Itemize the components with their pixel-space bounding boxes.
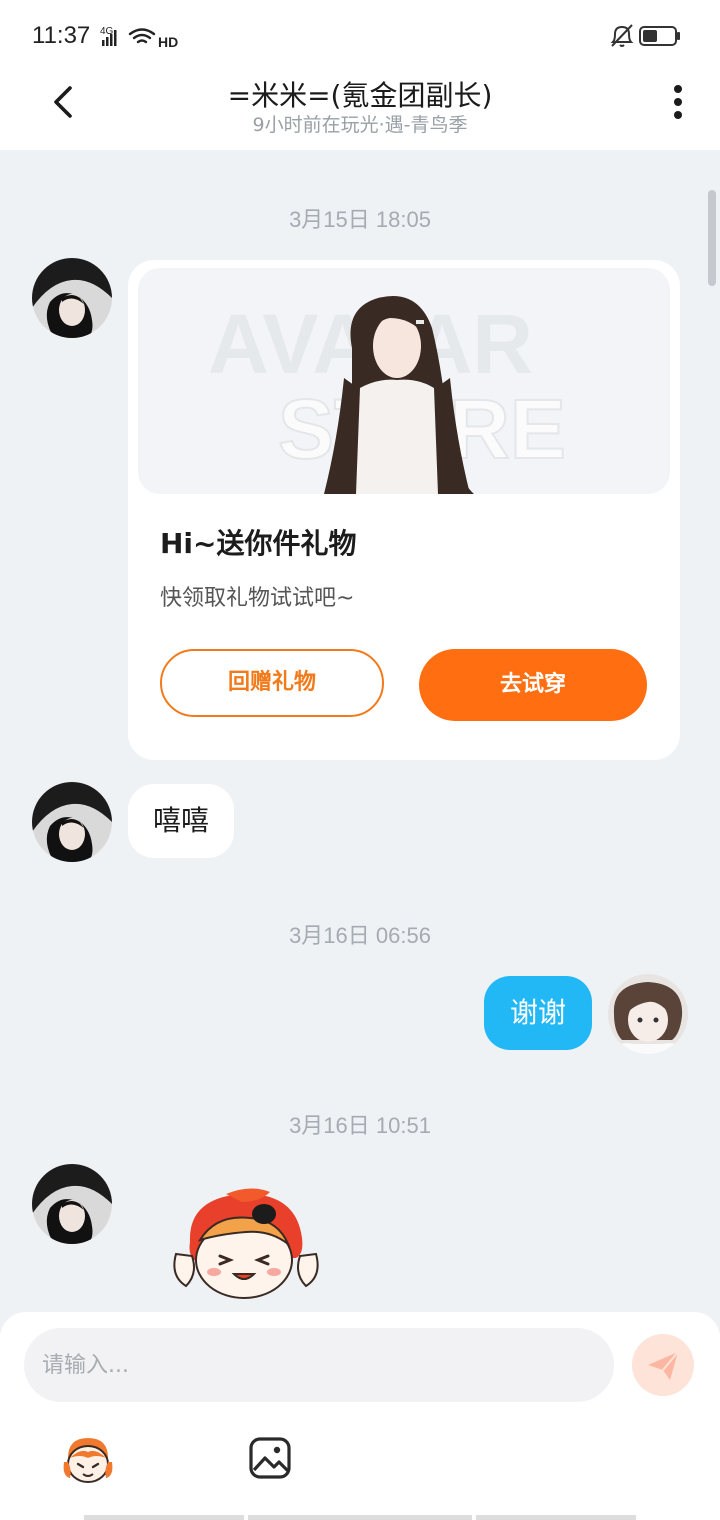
chat-header: =米米=(氪金团副长) 9小时前在玩光·遇-青鸟季 — [0, 72, 720, 150]
gift-title: Hi~送你件礼物 — [160, 527, 357, 560]
return-gift-button[interactable]: 回赠礼物 — [160, 649, 384, 717]
status-right — [610, 22, 690, 54]
battery-icon — [639, 26, 680, 46]
wifi-icon — [128, 28, 156, 44]
avatar[interactable] — [32, 782, 112, 862]
message-bubble-incoming[interactable]: 嘻嘻 — [128, 784, 234, 858]
nav-indicator — [84, 1515, 244, 1520]
signal-icon: 4G HD — [100, 26, 178, 50]
gift-subtitle: 快领取礼物试试吧~ — [160, 586, 355, 611]
try-on-button[interactable]: 去试穿 — [419, 649, 647, 721]
emoji-icon[interactable] — [60, 1432, 116, 1488]
nav-indicator — [248, 1515, 472, 1520]
sticker-image[interactable] — [170, 1184, 322, 1304]
message-list[interactable]: 3月15日 18:05 AVATAR STORE Hi~送你 — [0, 150, 720, 1312]
gift-card[interactable]: AVATAR STORE Hi~送你件礼物 快领取礼物试试吧~ 回赠礼物 去试穿 — [128, 260, 680, 760]
message-input[interactable] — [24, 1328, 614, 1402]
input-bar — [0, 1312, 720, 1520]
send-icon — [648, 1351, 679, 1380]
timestamp: 3月15日 18:05 — [289, 207, 431, 232]
status-time: 11:37 — [32, 22, 91, 49]
message-bubble-outgoing[interactable]: 谢谢 — [484, 976, 592, 1050]
avatar[interactable] — [32, 1164, 112, 1244]
contact-name: =米米=(氪金团副长) — [227, 79, 493, 112]
gift-image: AVATAR STORE — [138, 268, 670, 494]
timestamp: 3月16日 06:56 — [289, 923, 431, 948]
scrollbar[interactable] — [708, 190, 716, 286]
avatar[interactable] — [32, 258, 112, 338]
hd-label: HD — [158, 34, 178, 50]
status-bar: 11:37 4G HD — [0, 0, 720, 72]
send-button[interactable] — [632, 1334, 694, 1396]
more-icon[interactable] — [672, 84, 684, 124]
timestamp: 3月16日 10:51 — [289, 1113, 431, 1138]
contact-status: 9小时前在玩光·遇-青鸟季 — [252, 114, 468, 136]
my-avatar[interactable] — [608, 974, 688, 1054]
image-icon[interactable] — [248, 1436, 292, 1480]
mute-icon — [610, 24, 634, 47]
nav-indicator — [476, 1515, 636, 1520]
